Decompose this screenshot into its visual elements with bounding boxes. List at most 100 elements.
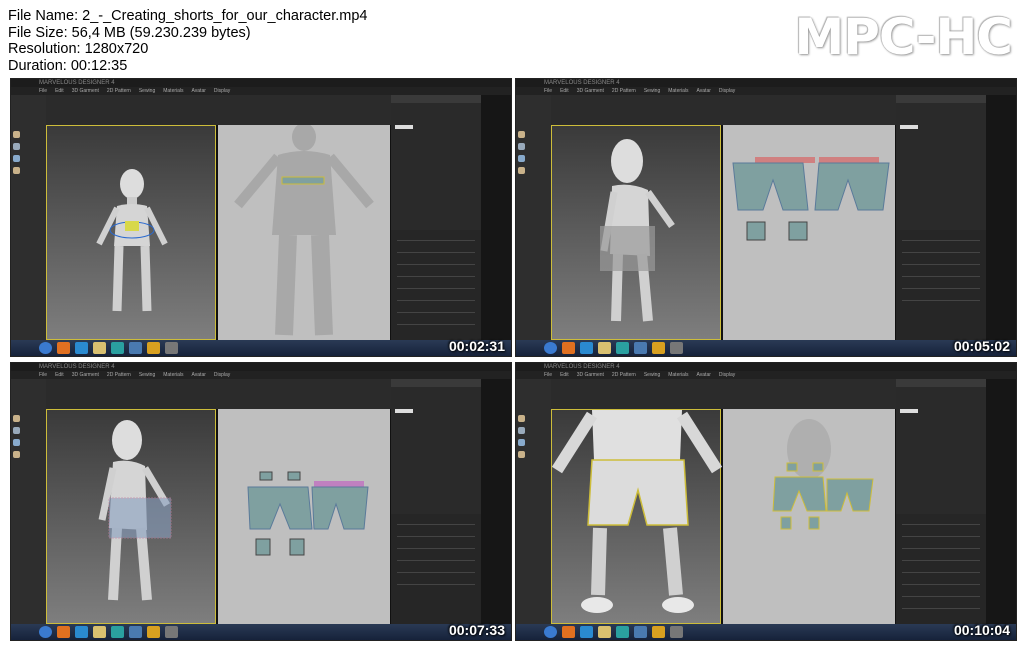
app-icon[interactable] [111, 342, 124, 354]
object-browser-panel[interactable] [391, 95, 481, 340]
marvelous-icon[interactable] [652, 342, 665, 354]
menu-item-display[interactable]: Display [214, 87, 230, 95]
folder-icon[interactable] [598, 626, 611, 638]
menu-item-edit[interactable]: Edit [560, 371, 569, 379]
menu-item-materials[interactable]: Materials [668, 371, 688, 379]
tool-icon[interactable] [165, 342, 178, 354]
head-icon[interactable] [13, 167, 20, 174]
menu-item-sewing[interactable]: Sewing [644, 87, 660, 95]
menu-item-sewing[interactable]: Sewing [644, 371, 660, 379]
menu-item-materials[interactable]: Materials [163, 371, 183, 379]
skype-icon[interactable] [75, 626, 88, 638]
windows-taskbar[interactable] [516, 340, 1016, 356]
menu-item-file[interactable]: File [544, 371, 552, 379]
skype-icon[interactable] [580, 342, 593, 354]
head-icon[interactable] [518, 451, 525, 458]
thumbnail-4[interactable]: MARVELOUS DESIGNER 4 File Edit 3D Garmen… [515, 362, 1017, 641]
menu-item-edit[interactable]: Edit [55, 371, 64, 379]
firefox-icon[interactable] [562, 342, 575, 354]
pose-icon[interactable] [518, 439, 525, 446]
2d-pattern-window[interactable] [218, 125, 390, 340]
menu-item-materials[interactable]: Materials [668, 87, 688, 95]
menu-item-avatar[interactable]: Avatar [697, 87, 711, 95]
3d-viewport[interactable] [551, 409, 722, 624]
head-icon[interactable] [13, 451, 20, 458]
menu-item-avatar[interactable]: Avatar [697, 371, 711, 379]
menu-item-display[interactable]: Display [214, 371, 230, 379]
shirt-icon[interactable] [13, 415, 20, 422]
left-toolbar[interactable] [516, 95, 551, 340]
menu-item-display[interactable]: Display [719, 371, 735, 379]
menu-item-display[interactable]: Display [719, 87, 735, 95]
menu-item-materials[interactable]: Materials [163, 87, 183, 95]
3d-viewport[interactable] [46, 409, 216, 624]
start-icon[interactable] [544, 342, 557, 354]
property-editor[interactable] [896, 514, 986, 624]
windows-taskbar[interactable] [516, 624, 1016, 640]
marvelous-icon[interactable] [147, 342, 160, 354]
menu-item-2d-pattern[interactable]: 2D Pattern [612, 371, 636, 379]
menu-item-3d-garment[interactable]: 3D Garment [577, 87, 604, 95]
menu-item-file[interactable]: File [39, 371, 47, 379]
menu-item-avatar[interactable]: Avatar [192, 87, 206, 95]
fabric-item[interactable] [900, 409, 918, 413]
start-icon[interactable] [39, 342, 52, 354]
menu-item-edit[interactable]: Edit [55, 87, 64, 95]
3d-viewport[interactable] [551, 125, 721, 340]
object-browser-panel[interactable] [391, 379, 481, 624]
firefox-icon[interactable] [57, 342, 70, 354]
windows-taskbar[interactable] [11, 624, 511, 640]
head-icon[interactable] [518, 167, 525, 174]
menu-item-3d-garment[interactable]: 3D Garment [72, 371, 99, 379]
app-icon[interactable] [616, 342, 629, 354]
thumbnail-2[interactable]: MARVELOUS DESIGNER 4 File Edit 3D Garmen… [515, 78, 1017, 357]
menu-bar[interactable]: File Edit 3D Garment 2D Pattern Sewing M… [11, 87, 511, 95]
skype-icon[interactable] [75, 342, 88, 354]
3d-viewport[interactable] [46, 125, 216, 340]
menu-item-2d-pattern[interactable]: 2D Pattern [107, 371, 131, 379]
property-editor[interactable] [391, 230, 481, 340]
fabric-item[interactable] [395, 125, 413, 129]
menu-item-2d-pattern[interactable]: 2D Pattern [612, 87, 636, 95]
property-editor[interactable] [896, 230, 986, 340]
marvelous-icon[interactable] [147, 626, 160, 638]
menu-item-edit[interactable]: Edit [560, 87, 569, 95]
menu-bar[interactable]: File Edit 3D Garment 2D Pattern Sewing M… [516, 371, 1016, 379]
terminal-icon[interactable] [129, 342, 142, 354]
shirt-icon[interactable] [518, 131, 525, 138]
avatar-icon[interactable] [13, 427, 20, 434]
avatar-icon[interactable] [13, 143, 20, 150]
pose-icon[interactable] [13, 439, 20, 446]
folder-icon[interactable] [93, 626, 106, 638]
menu-bar[interactable]: File Edit 3D Garment 2D Pattern Sewing M… [516, 87, 1016, 95]
fabric-item[interactable] [395, 409, 413, 413]
thumbnail-3[interactable]: MARVELOUS DESIGNER 4 File Edit 3D Garmen… [10, 362, 512, 641]
menu-item-file[interactable]: File [544, 87, 552, 95]
tool-icon[interactable] [670, 626, 683, 638]
firefox-icon[interactable] [562, 626, 575, 638]
left-toolbar[interactable] [516, 379, 551, 624]
menu-item-file[interactable]: File [39, 87, 47, 95]
fabric-item[interactable] [900, 125, 918, 129]
shirt-icon[interactable] [518, 415, 525, 422]
start-icon[interactable] [39, 626, 52, 638]
thumbnail-1[interactable]: MARVELOUS DESIGNER 4 File Edit 3D Garmen… [10, 78, 512, 357]
menu-item-sewing[interactable]: Sewing [139, 371, 155, 379]
menu-item-avatar[interactable]: Avatar [192, 371, 206, 379]
menu-item-2d-pattern[interactable]: 2D Pattern [107, 87, 131, 95]
pose-icon[interactable] [13, 155, 20, 162]
terminal-icon[interactable] [129, 626, 142, 638]
left-toolbar[interactable] [11, 379, 46, 624]
windows-taskbar[interactable] [11, 340, 511, 356]
skype-icon[interactable] [580, 626, 593, 638]
object-browser-panel[interactable] [896, 379, 986, 624]
firefox-icon[interactable] [57, 626, 70, 638]
tool-icon[interactable] [670, 342, 683, 354]
pose-icon[interactable] [518, 155, 525, 162]
2d-pattern-window[interactable] [218, 409, 390, 624]
left-toolbar[interactable] [11, 95, 46, 340]
marvelous-icon[interactable] [652, 626, 665, 638]
2d-pattern-window[interactable] [723, 409, 895, 624]
menu-bar[interactable]: File Edit 3D Garment 2D Pattern Sewing M… [11, 371, 511, 379]
menu-item-3d-garment[interactable]: 3D Garment [577, 371, 604, 379]
